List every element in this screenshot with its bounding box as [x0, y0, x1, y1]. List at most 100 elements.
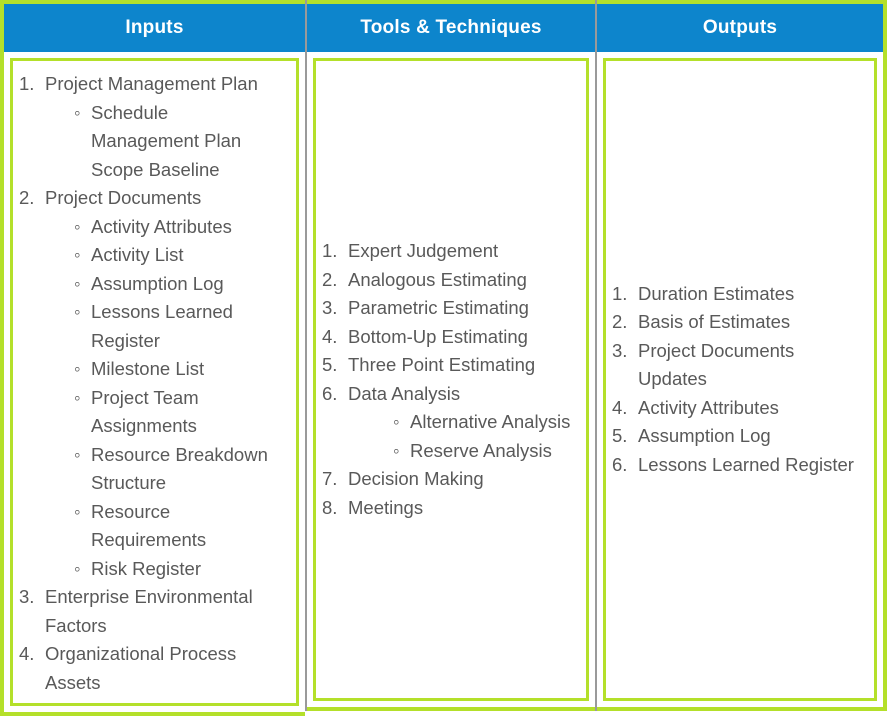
list-item-label: Project Documents — [45, 187, 202, 208]
list-item: 5. Three Point Estimating — [322, 351, 580, 380]
list-item-number: 2. — [19, 187, 35, 208]
list-item-number: 2. — [322, 268, 338, 290]
sublist-item-label: Requirements — [91, 529, 207, 550]
list-item-number: 3. — [322, 297, 338, 318]
list-item: 6. Data Analysis ◦ Alternative Analysis ◦ Res… — [322, 380, 580, 466]
list-item-number: 4. — [322, 325, 338, 347]
list-item-number: 4. — [19, 643, 35, 664]
sublist-item: ◦ Alternative Analysis — [392, 408, 580, 437]
list-item: 8. Meetings — [322, 494, 580, 523]
bullet-circle-icon: ◦ — [74, 358, 81, 379]
sublist-item: ◦ Resource — [73, 498, 290, 527]
list-item-label: Bottom-Up Estimating — [348, 325, 528, 347]
sublist-item-label: Resource Breakdown — [91, 443, 268, 465]
bullet-circle-icon: ◦ — [74, 386, 81, 408]
list-item: 1. Project Management Plan ◦ Schedule ◦Manag… — [19, 70, 290, 184]
sublist-item: ◦ Project Team — [73, 384, 290, 413]
list-item: 6. Lessons Learned Register — [612, 451, 868, 480]
sublist-item-label: Resource — [91, 500, 171, 522]
sublist-item-label: Reserve Analysis — [410, 439, 552, 461]
list-item-label: Three Point Estimating — [348, 354, 536, 375]
column-header-outputs: Outputs — [597, 0, 887, 52]
list-item: 3. Parametric Estimating — [322, 294, 580, 323]
list-item: 4. Bottom-Up Estimating — [322, 323, 580, 352]
list-tools: 1. Expert Judgement 2. Analogous Estimating… — [322, 237, 580, 522]
list-item-number: 6. — [322, 382, 338, 404]
column-card-outputs: 1. Duration Estimates 2. Basis of Estimates… — [603, 58, 877, 701]
sublist-item-label: Activity List — [91, 244, 184, 265]
bullet-circle-icon: ◦ — [74, 443, 81, 465]
sublist-item: ◦ Assumption Log — [73, 270, 290, 299]
sublist-item: ◦ Resource Breakdown — [73, 441, 290, 470]
list-item-label: Basis of Estimates — [638, 311, 791, 333]
sublist-item-label: Risk Register — [91, 557, 201, 579]
sublist-item: ◦Management Plan — [73, 127, 290, 156]
list-item-number: 5. — [322, 354, 338, 375]
list-item-number: 1. — [19, 73, 35, 94]
sublist-item-label: Assignments — [91, 415, 197, 436]
sublist-item-label: Project Team — [91, 386, 199, 408]
list-item-label: Decision Making — [348, 468, 484, 489]
list-outputs: 1. Duration Estimates 2. Basis of Estimates… — [612, 280, 868, 480]
column-inputs: Inputs 1. Project Management Plan ◦ Schedul… — [0, 0, 305, 716]
list-item: 1. Expert Judgement — [322, 237, 580, 266]
sublist: ◦ Activity Attributes ◦ Activity List ◦ Assum… — [45, 213, 290, 584]
list-item-label: Enterprise Environmental Factors — [45, 586, 253, 636]
list-item-number: 3. — [612, 339, 628, 361]
list-item-label: Activity Attributes — [638, 396, 779, 418]
sublist-item: ◦ Schedule — [73, 99, 290, 128]
column-body-wrap-tools: 1. Expert Judgement 2. Analogous Estimating… — [307, 52, 595, 711]
list-item: 2. Analogous Estimating — [322, 266, 580, 295]
column-header-tools-techniques: Tools & Techniques — [307, 0, 595, 52]
list-item: 5. Assumption Log — [612, 422, 868, 451]
list-item-number: 6. — [612, 453, 628, 475]
list-item-label: Parametric Estimating — [348, 297, 529, 318]
list-item: 1. Duration Estimates — [612, 280, 868, 309]
sublist: ◦ Schedule ◦Management Plan◦Scope Baseline — [45, 99, 290, 185]
sublist: ◦ Alternative Analysis ◦ Reserve Analysis — [348, 408, 580, 465]
sublist-item: ◦ Activity List — [73, 241, 290, 270]
list-item-label: Organizational Process Assets — [45, 643, 237, 693]
bullet-circle-icon: ◦ — [74, 244, 81, 265]
sublist-item: ◦Scope Baseline — [73, 156, 290, 185]
list-item-number: 2. — [612, 311, 628, 333]
sublist-item-label: Milestone List — [91, 358, 205, 379]
list-item: 2. Basis of Estimates — [612, 308, 868, 337]
list-item-number: 4. — [612, 396, 628, 418]
sublist-item: ◦ Risk Register — [73, 555, 290, 584]
sublist-item: ◦Structure — [73, 469, 290, 498]
bullet-circle-icon: ◦ — [74, 101, 81, 123]
column-tools-techniques: Tools & Techniques 1. Expert Judgement 2. A… — [305, 0, 595, 711]
bullet-circle-icon: ◦ — [74, 215, 81, 237]
sublist-item: ◦ Activity Attributes — [73, 213, 290, 242]
list-item: 4. Organizational Process Assets — [19, 640, 290, 697]
bullet-circle-icon: ◦ — [74, 301, 81, 322]
list-item: 3. Enterprise Environmental Factors — [19, 583, 290, 640]
column-body-wrap-outputs: 1. Duration Estimates 2. Basis of Estimates… — [597, 52, 887, 711]
sublist-item-label: Structure — [91, 472, 167, 493]
sublist-item: ◦ Milestone List — [73, 355, 290, 384]
list-item-label: Duration Estimates — [638, 282, 795, 304]
list-item-number: 7. — [322, 468, 338, 489]
list-item-label: Project Documents Updates — [638, 339, 795, 390]
list-item-number: 1. — [322, 240, 338, 261]
sublist-item-label: Schedule — [91, 101, 169, 123]
sublist-item-label: Activity Attributes — [91, 215, 232, 237]
sublist-item: ◦Register — [73, 327, 290, 356]
bullet-circle-icon: ◦ — [393, 439, 400, 461]
list-item-number: 1. — [612, 282, 628, 304]
list-item-number: 5. — [612, 425, 628, 447]
itto-table: Inputs 1. Project Management Plan ◦ Schedul… — [0, 0, 887, 716]
list-item-number: 8. — [322, 496, 338, 518]
sublist-item-label: Management Plan — [91, 130, 242, 151]
bullet-circle-icon: ◦ — [74, 557, 81, 579]
list-item-label: Meetings — [348, 496, 424, 518]
list-item: 4. Activity Attributes — [612, 394, 868, 423]
list-item-label: Expert Judgement — [348, 240, 499, 261]
sublist-item-label: Register — [91, 329, 160, 351]
column-card-inputs: 1.Project Management Plan◦Schedule◦Manag… — [10, 58, 299, 706]
sublist-item: ◦Assignments — [73, 412, 290, 441]
sublist-item-label: Alternative Analysis — [410, 411, 571, 432]
sublist-item-label: Lessons Learned — [91, 301, 233, 322]
sublist-item-label: Scope Baseline — [91, 158, 220, 180]
